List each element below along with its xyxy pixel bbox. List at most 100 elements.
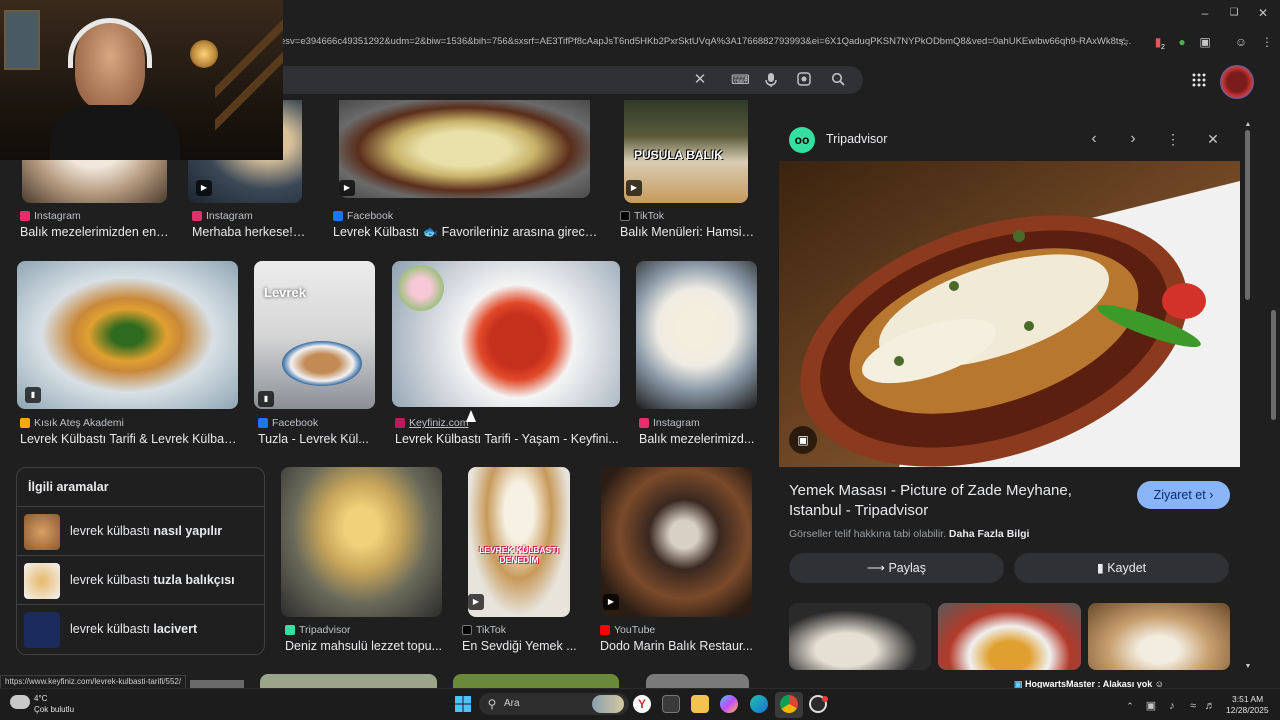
extension-badge: 2 [1161, 44, 1165, 51]
image-result[interactable]: ▶ [339, 100, 590, 198]
instagram-icon [639, 418, 649, 428]
previous-icon[interactable]: ‹ [1086, 131, 1102, 147]
puzzle-icon[interactable]: ▣ [1197, 35, 1213, 49]
preview-image[interactable]: ▣ [779, 161, 1240, 467]
image-result[interactable]: Levrek ▮ [254, 261, 375, 409]
close-panel-icon[interactable]: ✕ [1205, 132, 1221, 146]
result-caption[interactable]: Levrek Külbastı Tarifi - Yaşam - Keyfini… [395, 432, 620, 446]
menu-kebab-icon[interactable]: ⋮ [1259, 35, 1275, 49]
weather-icon[interactable] [10, 695, 30, 709]
clear-icon[interactable]: ✕ [692, 72, 708, 88]
result-caption[interactable]: Balık Menüleri: Hamsi ... [620, 225, 755, 239]
panel-source[interactable]: Tripadvisor [826, 132, 887, 146]
image-result[interactable]: LEVREK KÜLBASTI DENEDİM ▶ [468, 467, 570, 617]
keyboard-icon[interactable]: ⌨ [731, 72, 750, 88]
result-caption[interactable]: Levrek Külbastı 🐟 Favorileriniz arasına … [333, 225, 599, 240]
result-caption[interactable]: Tuzla - Levrek Kül... [258, 432, 373, 446]
image-result[interactable] [392, 261, 620, 407]
result-caption[interactable]: Balık mezelerimizden en ... [20, 225, 170, 239]
save-button[interactable]: ▮ Kaydet [1014, 553, 1229, 583]
clock-time[interactable]: 3:51 AM [1232, 694, 1263, 704]
result-source[interactable]: Tripadvisor [285, 624, 351, 636]
share-button[interactable]: ⟶ Paylaş [789, 553, 1004, 583]
result-source[interactable]: Facebook [258, 417, 318, 429]
related-image[interactable] [789, 603, 931, 670]
related-image[interactable] [938, 603, 1081, 670]
weather-desc[interactable]: Çok bulutlu [34, 705, 74, 714]
image-result[interactable] [190, 680, 244, 688]
related-search-item[interactable]: levrek külbastı lacivert [17, 604, 264, 653]
result-source[interactable]: Keyfiniz.com [395, 417, 469, 429]
bookmark-star-icon[interactable]: ☆ [1116, 35, 1132, 49]
image-result[interactable] [260, 674, 437, 688]
store-icon[interactable] [662, 695, 680, 713]
account-avatar[interactable] [1220, 65, 1254, 99]
image-result[interactable] [453, 674, 619, 688]
visit-button[interactable]: Ziyaret et › [1137, 481, 1230, 509]
result-source[interactable]: YouTube [600, 624, 655, 636]
scroll-up-icon[interactable]: ▲ [1240, 118, 1256, 132]
result-source[interactable]: TikTok [620, 210, 664, 222]
related-search-item[interactable]: levrek külbastı tuzla balıkçısı [17, 555, 264, 604]
related-search-item[interactable]: levrek külbastı nasıl yapılır [17, 506, 264, 555]
image-result[interactable] [646, 674, 749, 688]
instagram-icon [20, 211, 30, 221]
result-caption[interactable]: Balık mezelerimizd... [639, 432, 757, 446]
windows-start-icon[interactable] [455, 696, 471, 712]
edge-icon[interactable] [750, 695, 768, 713]
url-field[interactable]: esv=e394666c49351292&udm=2&biw=1536&bih=… [280, 31, 1140, 53]
next-icon[interactable]: › [1125, 131, 1141, 147]
result-caption[interactable]: Merhaba herkese!D... [192, 225, 312, 239]
result-caption[interactable]: Deniz mahsulü lezzet topu... [285, 639, 445, 653]
more-options-icon[interactable]: ⋮ [1165, 132, 1181, 146]
related-search-text: levrek külbastı lacivert [70, 622, 198, 636]
tray-app-icon[interactable]: ▣ [1143, 699, 1159, 713]
clock-date[interactable]: 12/28/2025 [1226, 705, 1269, 715]
maximize-icon[interactable]: ❑ [1226, 6, 1242, 20]
image-result[interactable]: PUSULA BALIK ▶ [624, 100, 748, 203]
copilot-icon[interactable] [720, 695, 738, 713]
result-caption[interactable]: Dodo Marin Balık Restaur... [600, 639, 755, 653]
image-result[interactable]: ▮ [17, 261, 238, 409]
page-scrollbar-thumb[interactable] [1271, 310, 1276, 420]
result-source[interactable]: Instagram [639, 417, 700, 429]
result-caption[interactable]: Levrek Külbastı Tarifi & Levrek Külbas..… [20, 432, 238, 446]
search-icon[interactable] [830, 72, 846, 88]
close-window-icon[interactable]: ✕ [1255, 6, 1271, 20]
apps-grid-icon[interactable] [1191, 73, 1207, 89]
image-result[interactable]: ▶ [601, 467, 752, 617]
lens-search-icon[interactable]: ▣ [789, 426, 817, 454]
chrome-icon[interactable] [780, 695, 798, 713]
tray-chevron-icon[interactable]: ⌃ [1122, 699, 1138, 713]
result-source[interactable]: Instagram [192, 210, 253, 222]
related-image[interactable] [1088, 603, 1230, 670]
source-label: Keyfiniz.com [409, 417, 469, 429]
extension-green-icon[interactable]: ● [1174, 35, 1190, 49]
profile-icon[interactable]: ☺ [1233, 35, 1249, 49]
image-result[interactable] [281, 467, 442, 617]
share-icon: ⟶ [867, 561, 885, 575]
scroll-down-icon[interactable]: ▼ [1240, 660, 1256, 674]
result-source[interactable]: Facebook [333, 210, 393, 222]
minimize-icon[interactable]: – [1197, 6, 1213, 20]
weather-temp[interactable]: 4°C [34, 694, 47, 703]
bookmark-icon: ▮ [1096, 561, 1104, 575]
image-result[interactable] [636, 261, 757, 409]
taskbar-search-icon: ⚲ [487, 697, 497, 711]
reel-icon: ▮ [258, 391, 274, 407]
result-source[interactable]: Kısık Ateş Akademi [20, 417, 124, 429]
file-explorer-icon[interactable] [691, 695, 709, 713]
wifi-icon[interactable]: ≈ [1185, 699, 1201, 713]
result-caption[interactable]: En Sevdiği Yemek ... [462, 639, 580, 653]
result-source[interactable]: TikTok [462, 624, 506, 636]
streamer-body [50, 105, 180, 160]
learn-more-link[interactable]: Daha Fazla Bilgi [949, 528, 1030, 540]
result-source[interactable]: Instagram [20, 210, 81, 222]
yandex-icon[interactable]: Y [633, 695, 651, 713]
lens-icon[interactable] [796, 72, 812, 88]
panel-scrollbar-thumb[interactable] [1245, 130, 1250, 300]
volume-icon[interactable]: ♬ [1202, 699, 1218, 713]
microphone-icon[interactable] [763, 72, 779, 88]
panel-title[interactable]: Yemek Masası - Picture of Zade Meyhane, … [789, 481, 1119, 521]
tray-mic-icon[interactable]: ♪ [1164, 699, 1180, 713]
